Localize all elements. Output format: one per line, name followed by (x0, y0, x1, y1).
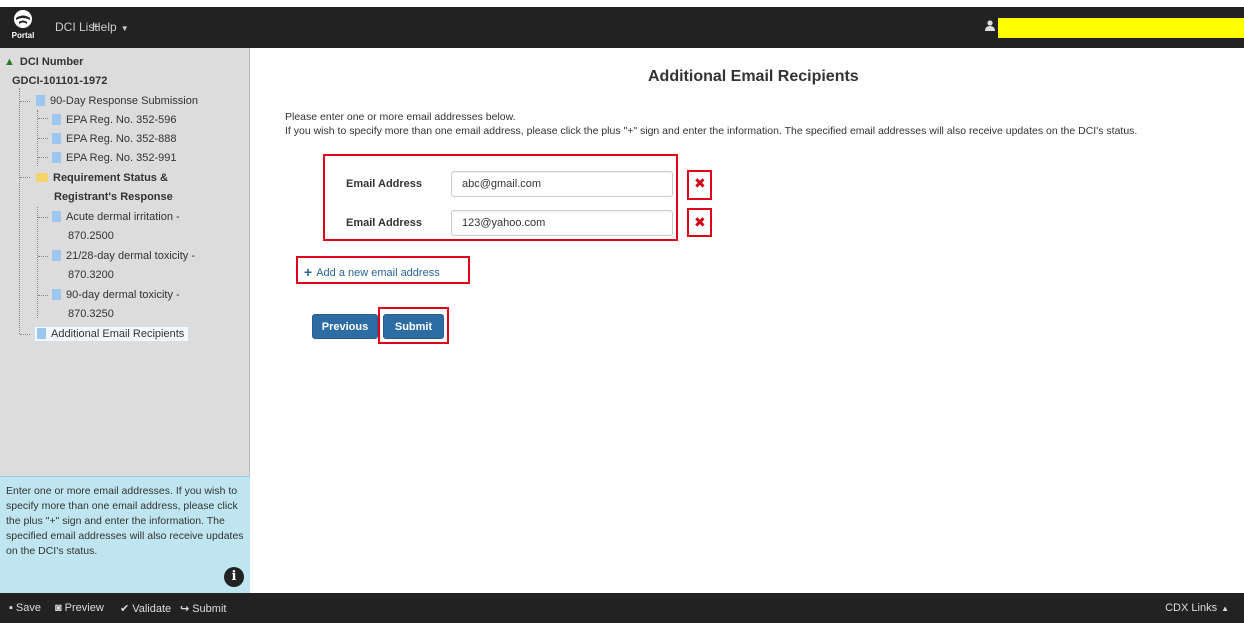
tree-connector (38, 217, 48, 218)
page-title: Additional Email Recipients (648, 68, 859, 85)
tree-item-label-continued: 870.2500 (68, 230, 114, 242)
plus-icon: + (304, 264, 313, 280)
previous-button[interactable]: Previous (312, 314, 378, 339)
tree-connector (38, 157, 48, 158)
document-icon (37, 328, 46, 339)
sidebar-tree-panel: ▲ DCI Number GDCI-101101-1972 90-Day Resp… (0, 48, 250, 593)
submit-button[interactable]: Submit (383, 314, 444, 339)
tree-item-label: 21/28-day dermal toxicity - (66, 250, 195, 262)
user-icon[interactable] (985, 20, 995, 31)
tree-item-requirement-status[interactable]: Requirement Status & (36, 172, 168, 184)
save-button[interactable]: ▪ Save (9, 602, 41, 614)
document-icon (52, 211, 61, 222)
bottom-toolbar: ▪ Save ◙ Preview ✔ Validate ↪ Submit CDX Lin… (0, 593, 1244, 623)
tree-item-90-day-dermal-toxicity[interactable]: 90-day dermal toxicity - (52, 289, 180, 301)
instructions-line-2: If you wish to specify more than one ema… (285, 125, 1138, 137)
dci-number-value: GDCI-101101-1972 (12, 75, 108, 87)
add-email-label: Add a new email address (316, 267, 440, 279)
tree-item-additional-email-recipients[interactable]: Additional Email Recipients (34, 326, 190, 342)
preview-button[interactable]: ◙ Preview (55, 602, 104, 614)
tree-connector (20, 101, 30, 102)
floppy-disk-icon: ▪ (9, 602, 13, 614)
camera-icon: ◙ (55, 602, 62, 614)
tree-connector (19, 88, 20, 334)
tree-item-label-continued: Registrant's Response (54, 191, 173, 203)
check-icon: ✔ (120, 603, 130, 615)
instructions-line-1: Please enter one or more email addresses… (285, 111, 516, 123)
document-icon (52, 152, 61, 163)
preview-label: Preview (64, 602, 104, 614)
instructions: Please enter one or more email addresses… (285, 110, 1137, 138)
email-field-2[interactable] (451, 210, 673, 236)
document-icon (52, 289, 61, 300)
help-panel: Enter one or more email addresses. If yo… (0, 476, 250, 593)
tree-connector (38, 138, 48, 139)
caret-down-icon: ▼ (120, 24, 129, 33)
delete-email-2-icon[interactable]: ✖ (694, 214, 706, 231)
cdx-links-menu[interactable]: CDX Links ▲ (1165, 602, 1229, 614)
validate-label: Validate (132, 603, 172, 615)
logo-text: Portal (11, 31, 35, 40)
tree-item-label: 90-day dermal toxicity - (66, 289, 180, 301)
caret-up-icon: ▲ (1221, 604, 1229, 613)
cdx-links-label: CDX Links (1165, 602, 1218, 614)
tree-item-label: Acute dermal irritation - (66, 211, 180, 223)
tree-connector (38, 256, 48, 257)
add-email-link[interactable]: + Add a new email address (304, 264, 440, 280)
nav-help-label: Help (92, 20, 117, 34)
delete-email-1-icon[interactable]: ✖ (694, 175, 706, 192)
main-content: Additional Email Recipients Please enter… (251, 48, 1244, 593)
user-name-redacted[interactable] (998, 18, 1244, 38)
tree-item-label: Additional Email Recipients (51, 328, 185, 340)
tree-item-epa-reg-352-596[interactable]: EPA Reg. No. 352-596 (52, 114, 176, 126)
tree-item-label: EPA Reg. No. 352-991 (66, 152, 177, 164)
dci-number-label: DCI Number (19, 56, 84, 68)
save-label: Save (15, 602, 41, 614)
share-icon: ↪ (180, 603, 190, 615)
footer-submit-button[interactable]: ↪ Submit (180, 602, 226, 615)
tree-item-acute-dermal-irritation[interactable]: Acute dermal irritation - (52, 211, 180, 223)
tree-connector (38, 118, 48, 119)
validate-button[interactable]: ✔ Validate (120, 602, 171, 615)
tree-item-label: 90-Day Response Submission (50, 95, 198, 107)
email-address-label-2: Email Address (346, 217, 423, 229)
footer-submit-label: Submit (192, 603, 227, 615)
tree-connector (37, 207, 38, 318)
portal-logo[interactable]: Portal (8, 9, 38, 45)
tree-item-epa-reg-352-991[interactable]: EPA Reg. No. 352-991 (52, 152, 176, 164)
tree-item-label: EPA Reg. No. 352-596 (66, 114, 177, 126)
nav-help[interactable]: Help ▼ (92, 20, 129, 34)
document-icon (52, 133, 61, 144)
tree-root-dci-number[interactable]: ▲ DCI Number (4, 56, 83, 68)
tree-item-label: EPA Reg. No. 352-888 (66, 133, 177, 145)
tree-connector (20, 177, 30, 178)
email-field-1[interactable] (451, 171, 673, 197)
tree-connector (20, 334, 30, 335)
document-icon (36, 95, 45, 106)
tree-item-label-continued: 870.3250 (68, 308, 114, 320)
tree-item-label: Requirement Status & (53, 172, 168, 184)
email-address-label-1: Email Address (346, 178, 423, 190)
home-icon: ▲ (4, 56, 15, 68)
document-icon (52, 114, 61, 125)
tree-item-21-28-day-dermal-toxicity[interactable]: 21/28-day dermal toxicity - (52, 250, 195, 262)
tree-item-90-day-response[interactable]: 90-Day Response Submission (36, 95, 198, 107)
tree-item-label-continued: 870.3200 (68, 269, 114, 281)
document-icon (52, 250, 61, 261)
info-icon[interactable]: i (224, 567, 244, 587)
help-text: Enter one or more email addresses. If yo… (6, 485, 244, 557)
top-navbar: Portal DCI List Help ▼ (0, 7, 1244, 48)
folder-icon (36, 173, 48, 182)
epa-logo-icon (14, 10, 32, 28)
tree-item-epa-reg-352-888[interactable]: EPA Reg. No. 352-888 (52, 133, 176, 145)
tree-connector (38, 295, 48, 296)
